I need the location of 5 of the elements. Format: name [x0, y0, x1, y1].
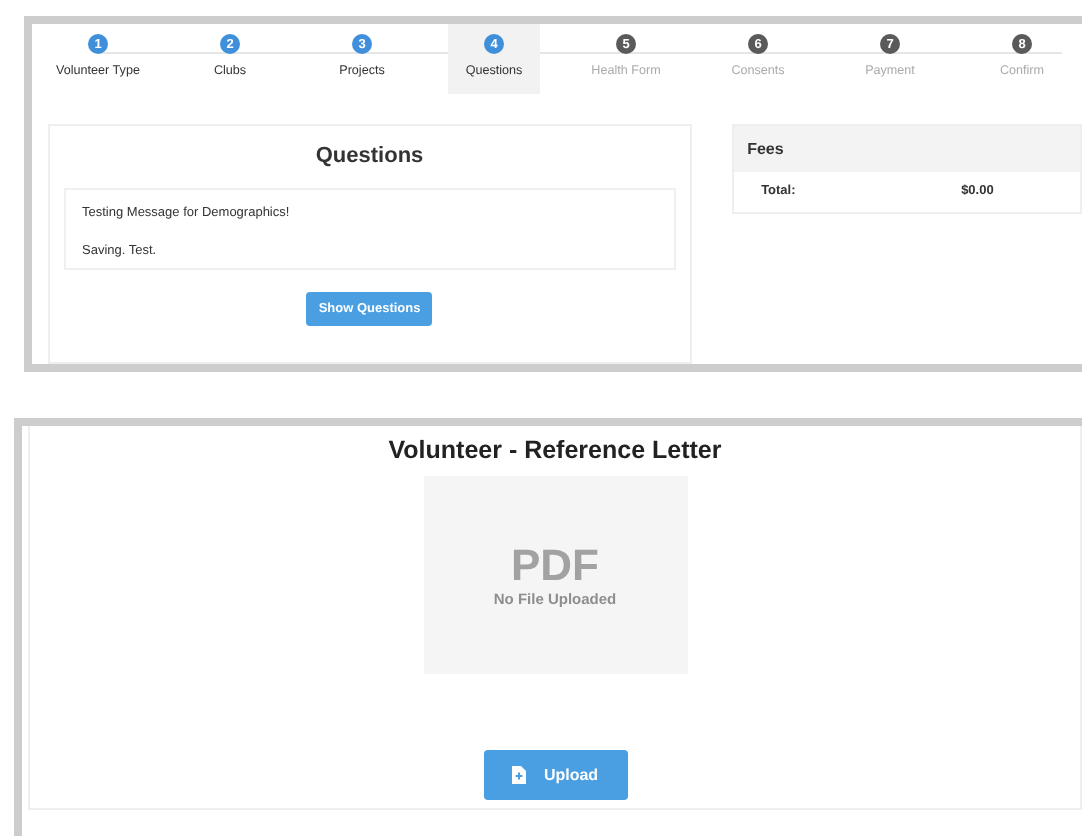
file-type-label: PDF	[511, 543, 599, 587]
document-title: Volunteer - Reference Letter	[388, 436, 722, 464]
file-icon	[511, 766, 526, 784]
fees-header: Fees	[733, 126, 1080, 172]
questions-title: Questions	[315, 144, 424, 168]
